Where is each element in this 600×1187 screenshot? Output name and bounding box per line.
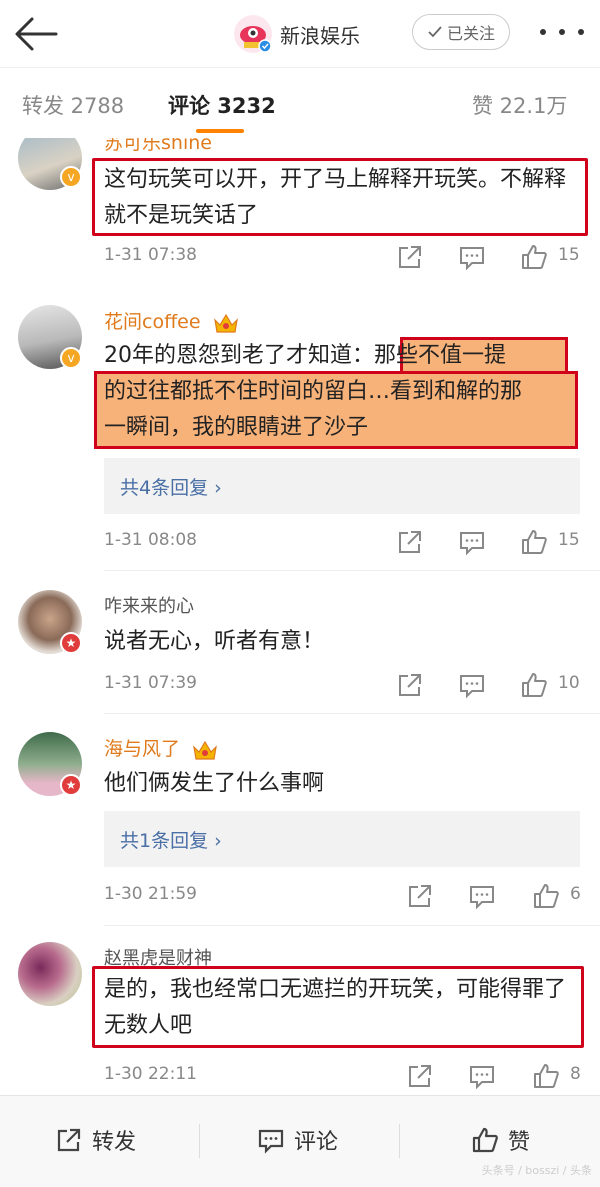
share-icon[interactable] [406,1062,434,1090]
comment-text-highlight: 那些不值一提 [374,343,507,368]
active-tab-indicator [196,129,244,133]
comment-text: 20年的恩怨到老了才知道：那些不值一提 [104,338,584,374]
comment-text-plain: 20年的恩怨到老了才知道： [104,343,374,368]
verified-badge-icon: v [60,166,82,188]
back-arrow-icon[interactable] [14,14,58,54]
username-text: 花间coffee [104,311,201,333]
tab-comment[interactable]: 评论 3232 [168,90,276,120]
username[interactable]: 海与风了 [104,734,218,761]
like-icon[interactable] [532,882,560,910]
like-icon[interactable] [520,528,548,556]
like-count: 10 [558,673,580,693]
star-badge-icon: ★ [60,774,82,796]
reply-icon[interactable] [458,528,486,556]
check-icon [428,26,442,38]
like-count: 8 [570,1064,581,1084]
watermark: 头条号 / bosszi / 头条 [481,1164,592,1177]
comment-text: 是的，我也经常口无遮拦的开玩笑，可能得罪了无数人吧 [104,977,567,1038]
comment-time: 1-31 07:39 [104,673,197,693]
share-icon[interactable] [396,528,424,556]
comment-text-line: 一瞬间，我的眼睛进了沙子 [104,415,369,440]
comment-text: 这句玩笑可以开，开了马上解释开玩笑。不解释就不是玩笑话了 [104,167,567,228]
divider [399,1124,400,1158]
share-icon[interactable] [406,882,434,910]
reply-icon[interactable] [458,243,486,271]
like-count: 15 [558,530,580,550]
verified-badge-icon: v [60,347,82,369]
comment-time: 1-30 22:11 [104,1064,197,1084]
divider [104,570,600,571]
share-icon [57,1128,81,1152]
divider [104,925,600,926]
comment-meta: 1-30 21:59 6 [104,882,584,912]
divider [199,1124,200,1158]
repost-button[interactable]: 转发 [54,1122,136,1158]
reply-icon[interactable] [468,1062,496,1090]
reply-icon[interactable] [468,882,496,910]
like-count: 15 [558,245,580,265]
tab-bar: 转发 2788 评论 3232 赞 22.1万 [0,68,600,138]
share-icon[interactable] [396,671,424,699]
comment-time: 1-30 21:59 [104,884,197,904]
account-info[interactable]: 新浪娱乐 [234,12,360,56]
like-icon[interactable] [520,671,548,699]
comment-meta: 1-31 08:08 15 [104,528,584,558]
comment-meta: 1-31 07:39 10 [104,671,584,701]
repost-label: 转发 [92,1130,137,1155]
comment-text-line: 的过往都抵不住时间的留白…看到和解的那 [104,379,523,404]
comment-time: 1-31 07:38 [104,245,197,265]
like-icon [472,1127,498,1153]
divider [104,713,600,714]
like-count: 6 [570,884,581,904]
comment-text: 他们俩发生了什么事啊 [104,771,325,796]
star-badge-icon: ★ [60,632,82,654]
more-icon[interactable] [540,22,584,42]
like-label: 赞 [508,1130,531,1155]
crown-icon [193,740,217,760]
username[interactable]: 花间coffee [104,307,239,334]
tab-repost[interactable]: 转发 2788 [22,90,124,120]
like-button[interactable]: 赞 [470,1122,530,1158]
user-avatar[interactable] [18,942,82,1006]
top-bar: 新浪娱乐 已关注 [0,0,600,68]
account-avatar[interactable] [234,15,272,53]
reply-icon[interactable] [458,671,486,699]
crown-icon [213,313,238,333]
comment-icon [258,1129,284,1154]
comment-meta: 1-31 07:38 15 [104,243,584,273]
username[interactable]: 苏可乐shine [104,138,212,155]
username[interactable]: 咋来来的心 [104,592,194,618]
tab-like[interactable]: 赞 22.1万 [472,90,567,120]
like-icon[interactable] [532,1062,560,1090]
username-text: 海与风了 [104,738,181,760]
followed-button[interactable]: 已关注 [412,14,510,50]
comment-button[interactable]: 评论 [256,1122,338,1158]
view-replies-link[interactable]: 共1条回复 › [104,811,580,867]
comment-label: 评论 [294,1130,339,1155]
like-icon[interactable] [520,243,548,271]
comment-time: 1-31 08:08 [104,530,197,550]
share-icon[interactable] [396,243,424,271]
comment-meta: 1-30 22:11 8 [104,1062,584,1092]
view-replies-link[interactable]: 共4条回复 › [104,458,580,514]
followed-label: 已关注 [446,24,495,43]
account-name: 新浪娱乐 [280,23,360,48]
comment-text: 说者无心，听者有意！ [104,629,325,654]
